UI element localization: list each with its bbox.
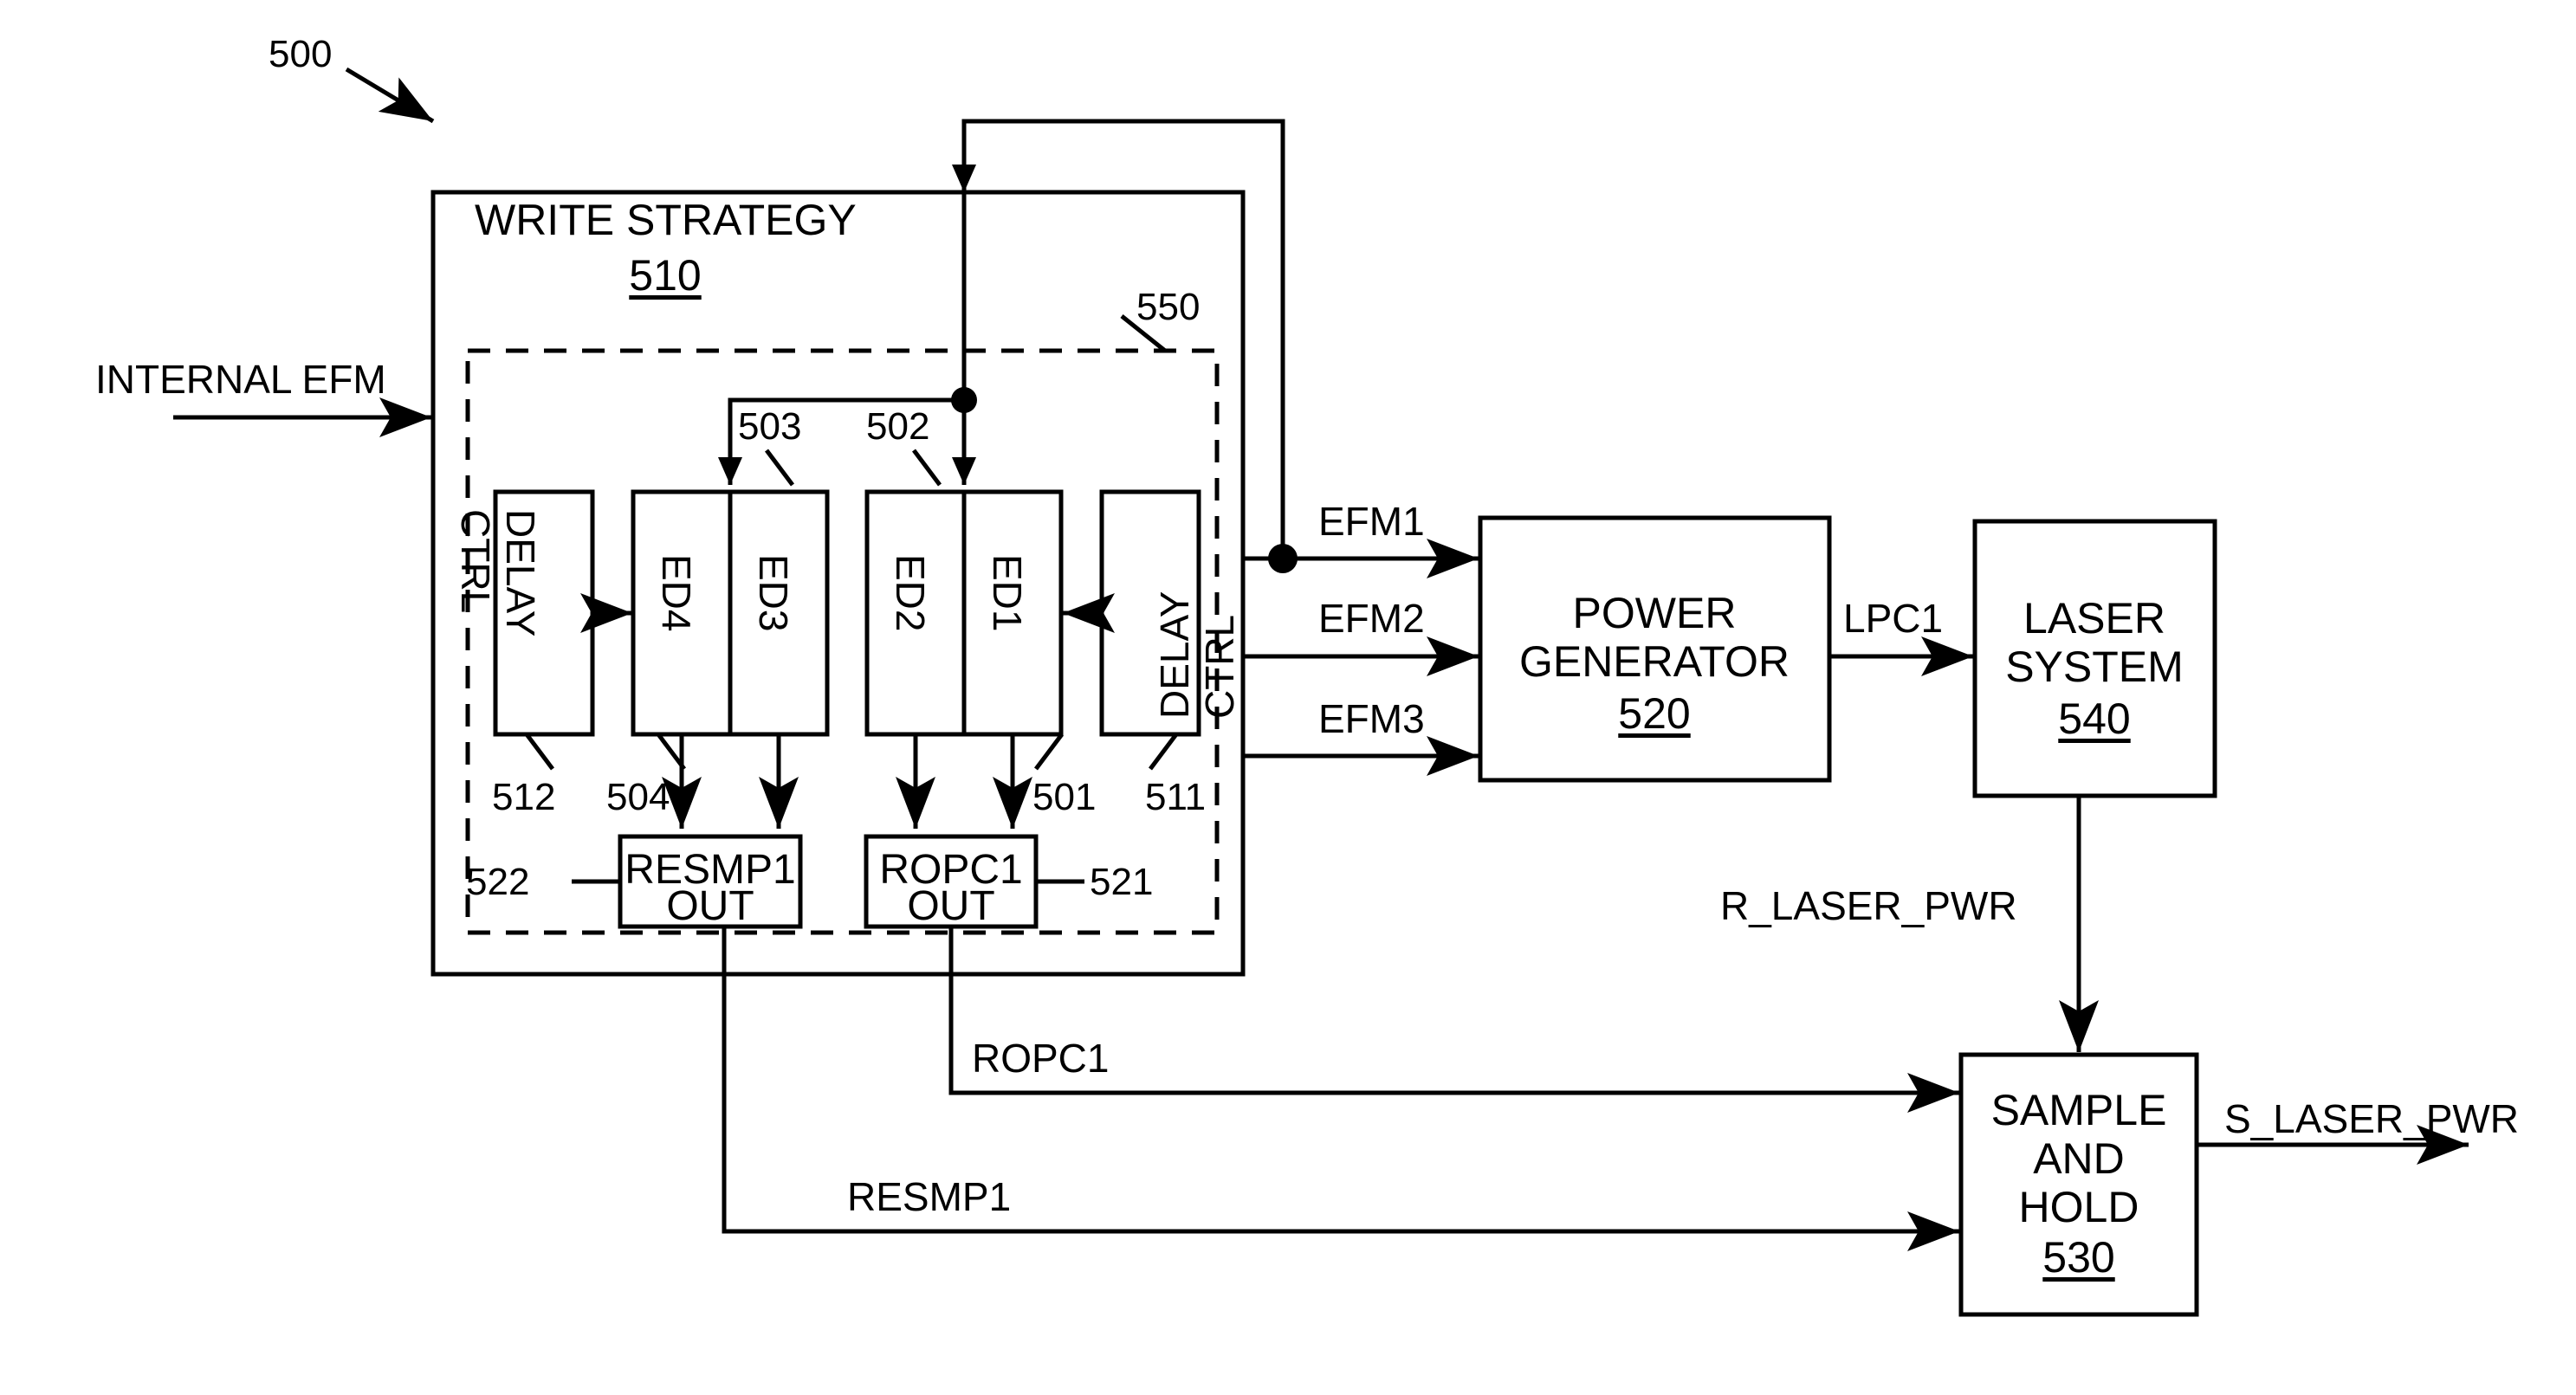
ref-521: 521 [1090,861,1154,903]
dashed-group-ref-550: 550 [1136,286,1201,328]
arrowhead-feedback-ed1 [952,457,976,485]
write-strategy-ref: 510 [629,251,702,300]
signal-internal-efm: INTERNAL EFM [95,357,386,402]
leader-501 [1034,733,1064,771]
write-strategy-box [430,190,1246,977]
arrowhead-feedback-top [952,165,976,192]
signal-resmp1: RESMP1 [847,1174,1012,1219]
ropc1-out-line2: OUT [907,883,995,929]
leader-502 [912,449,942,487]
ref-503: 503 [738,405,802,448]
sample-and-hold-line2: AND [2033,1134,2125,1183]
write-strategy-title: WRITE STRATEGY [475,196,857,244]
leader-511 [1149,733,1178,771]
ref-502: 502 [866,405,930,448]
junction-dot-efm1 [1268,544,1298,573]
signal-r-laser-pwr: R_LASER_PWR [1720,883,2017,928]
power-generator-line1: POWER [1572,589,1737,637]
signal-s-laser-pwr: S_LASER_PWR [2224,1096,2520,1141]
signal-lpc1: LPC1 [1843,596,1944,641]
laser-system-line1: LASER [2023,594,2165,643]
ed4-label: ED4 [654,554,699,632]
laser-system-ref: 540 [2058,694,2131,743]
delay-ctrl-left-line2: CTRL [453,509,498,614]
leader-512 [525,733,554,771]
leader-503 [765,449,794,487]
arrowhead-feedback-ed3 [718,457,742,485]
sample-and-hold-ref: 530 [2042,1233,2115,1282]
signal-efm1: EFM1 [1318,499,1425,544]
delay-ctrl-right-line1: DELAY [1152,591,1197,719]
ed1-label: ED1 [985,554,1030,632]
diagram-lines [173,67,2469,1317]
patent-figure-500: 500 WRITE STRATEGY 510 550 INTERNAL EFM … [0,0,2576,1395]
ref-522: 522 [466,861,530,903]
ref-504: 504 [606,776,670,818]
ed2-label: ED2 [888,554,933,632]
signal-ropc1: ROPC1 [972,1036,1110,1081]
dashed-group-550-box [465,348,1220,935]
sample-and-hold-line3: HOLD [2018,1183,2139,1231]
ref-501: 501 [1032,776,1097,818]
signal-efm3: EFM3 [1318,696,1425,741]
laser-system-line2: SYSTEM [2005,643,2184,691]
sample-and-hold-line1: SAMPLE [1990,1086,2167,1134]
ed3-label: ED3 [751,554,796,632]
power-generator-ref: 520 [1618,689,1691,738]
figure-number-500: 500 [269,33,333,75]
ref-512: 512 [492,776,556,818]
delay-ctrl-left-line1: DELAY [498,509,543,637]
resmp1-out-line2: OUT [666,883,754,929]
signal-efm2: EFM2 [1318,596,1425,641]
delay-ctrl-right-line2: CTRL [1197,614,1242,719]
power-generator-line2: GENERATOR [1518,637,1790,686]
ref-511: 511 [1145,776,1207,818]
leader-500 [345,67,435,124]
